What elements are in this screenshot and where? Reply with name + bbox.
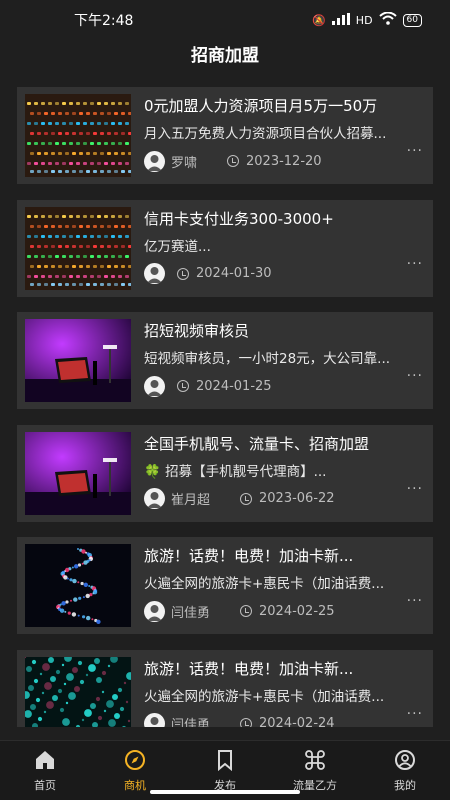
compass-icon <box>124 749 146 777</box>
more-icon[interactable]: ··· <box>407 143 423 159</box>
avatar <box>144 150 165 172</box>
avatar <box>144 375 165 397</box>
page-title: 招商加盟 <box>191 46 259 66</box>
card-meta: 闫佳勇 2024-02-24 <box>144 712 335 727</box>
card-author: 闫佳勇 <box>171 605 211 621</box>
card-description: 亿万赛道... <box>144 238 211 255</box>
avatar <box>144 263 165 284</box>
avatar <box>144 488 165 509</box>
more-icon[interactable]: ··· <box>407 256 423 272</box>
card-date: 2023-06-22 <box>259 491 335 506</box>
card-title: 0元加盟人力资源项目月5万一50万 <box>144 97 378 115</box>
clock-icon <box>177 267 189 280</box>
card-date: 2023-12-20 <box>246 153 322 169</box>
card-title: 旅游！话费！电费！加油卡新... <box>144 659 354 678</box>
mute-icon: 🔕 <box>312 13 326 27</box>
card-title: 招短视频审核员 <box>144 322 250 340</box>
card-description: 短视频审核员，一小时28元，大公司靠... <box>144 351 391 367</box>
avatar <box>144 600 165 622</box>
card-title: 旅游！话费！电费！加油卡新... <box>144 547 354 565</box>
status-bar: 下午2:48 🔕 HD 60 <box>0 0 450 40</box>
signal-hd-label: HD <box>355 13 373 27</box>
card-meta: 2024-01-25 <box>144 374 272 398</box>
business-card[interactable]: 旅游！话费！电费！加油卡新... 火遍全网的旅游卡+惠民卡（加油话费... 闫佳勇 2… <box>17 537 433 634</box>
home-indicator <box>150 790 300 794</box>
card-thumbnail <box>25 656 131 727</box>
card-thumbnail <box>25 319 131 402</box>
business-card[interactable]: 0元加盟人力资源项目月5万一50万 月入五万免费人力资源项目合伙人招募... 罗啸 2… <box>17 87 433 184</box>
card-author: 闫佳勇 <box>171 718 211 727</box>
business-card[interactable]: 招短视频审核员短视频审核员，一小时28元，大公司靠... 2024-01-25 ··… <box>17 312 433 409</box>
home-icon <box>34 749 56 777</box>
more-icon[interactable]: ··· <box>407 481 423 497</box>
card-author: 崔月超 <box>171 493 211 508</box>
card-title: 信用卡支付业务300-3000+ <box>144 209 334 228</box>
card-thumbnail <box>25 431 131 515</box>
card-thumbnail <box>25 206 131 290</box>
card-date: 2024-02-24 <box>259 716 335 727</box>
status-icons: 🔕 HD 60 <box>312 11 422 28</box>
card-date: 2024-02-25 <box>259 603 335 619</box>
bookmark-icon <box>214 749 236 777</box>
clock-icon <box>227 155 240 167</box>
card-author: 罗啸 <box>171 155 198 171</box>
profile-icon <box>394 749 416 777</box>
card-thumbnail <box>25 544 131 627</box>
tab-profile[interactable]: 我的 <box>360 741 450 800</box>
clock-icon <box>240 492 253 505</box>
card-description: 火遍全网的旅游卡+惠民卡（加油话费... <box>144 576 385 592</box>
command-icon <box>304 749 326 777</box>
tab-label: 我的 <box>394 779 416 792</box>
status-time: 下午2:48 <box>74 13 134 29</box>
card-description: 月入五万免费人力资源项目合伙人招募... <box>144 126 387 142</box>
card-thumbnail <box>25 94 131 177</box>
tab-label: 首页 <box>34 779 56 792</box>
battery-icon: 60 <box>402 13 422 27</box>
card-meta: 崔月超 2023-06-22 <box>144 487 335 511</box>
business-card[interactable]: 旅游！话费！电费！加油卡新... 火遍全网的旅游卡+惠民卡（加油话费... 闫佳勇 2… <box>17 649 433 727</box>
card-meta: 2024-01-30 <box>144 262 272 286</box>
tab-home[interactable]: 首页 <box>0 741 90 800</box>
business-card[interactable]: 全国手机靓号、流量卡、招商加盟 🍀 招募【手机靓号代理商】... 崔月超 2023-0… <box>17 424 433 522</box>
tab-label: 商机 <box>124 779 146 792</box>
avatar <box>144 713 165 727</box>
card-title: 全国手机靓号、流量卡、招商加盟 <box>144 434 370 453</box>
card-meta: 罗啸 2023-12-20 <box>144 149 322 173</box>
card-description: 火遍全网的旅游卡+惠民卡（加油话费... <box>144 688 385 705</box>
card-description: 🍀 招募【手机靓号代理商】... <box>144 463 327 480</box>
card-date: 2024-01-30 <box>196 266 272 281</box>
wifi-icon <box>378 11 397 28</box>
signal-icon <box>331 12 350 28</box>
clock-icon <box>240 605 253 617</box>
more-icon[interactable]: ··· <box>407 368 423 384</box>
more-icon[interactable]: ··· <box>407 593 423 609</box>
card-date: 2024-01-25 <box>196 378 272 394</box>
business-card[interactable]: 信用卡支付业务300-3000+ 亿万赛道... 2024-01-30 ··· <box>17 199 433 297</box>
business-feed[interactable]: 0元加盟人力资源项目月5万一50万 月入五万免费人力资源项目合伙人招募... 罗啸 2… <box>17 87 433 727</box>
more-icon[interactable]: ··· <box>407 706 423 722</box>
card-meta: 闫佳勇 2024-02-25 <box>144 599 335 623</box>
clock-icon <box>240 717 253 727</box>
clock-icon <box>177 380 189 392</box>
